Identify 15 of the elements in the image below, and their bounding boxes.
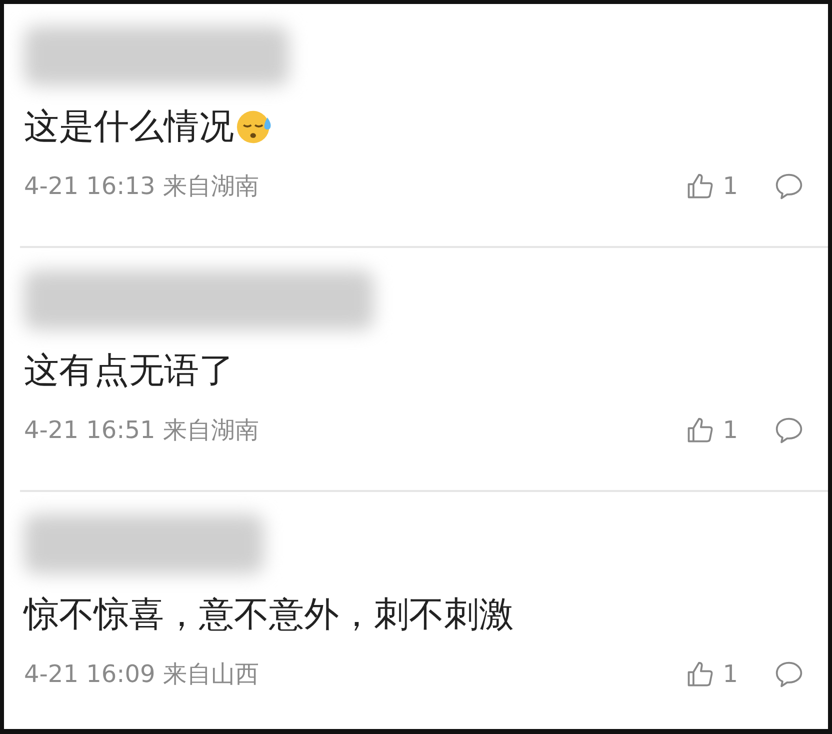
- comment-text: 这有点无语了: [24, 350, 234, 393]
- comment-bubble-icon[interactable]: [774, 171, 804, 201]
- comment-time: 4-21 16:09 来自山西: [24, 659, 259, 690]
- comment-text: 这是什么情况: [24, 106, 234, 149]
- comment-time: 4-21 16:13 来自湖南: [24, 171, 259, 202]
- comment-time: 4-21 16:51 来自湖南: [24, 415, 259, 446]
- comment-bubble-icon[interactable]: [774, 415, 804, 445]
- like-button[interactable]: 1: [684, 415, 738, 445]
- like-button[interactable]: 1: [684, 659, 738, 689]
- like-count: 1: [722, 416, 738, 444]
- comment-bubble-icon[interactable]: [774, 659, 804, 689]
- comment-text: 惊不惊喜，意不意外，刺不刺激: [24, 594, 514, 637]
- like-count: 1: [722, 172, 738, 200]
- like-button[interactable]: 1: [684, 171, 738, 201]
- like-count: 1: [722, 660, 738, 688]
